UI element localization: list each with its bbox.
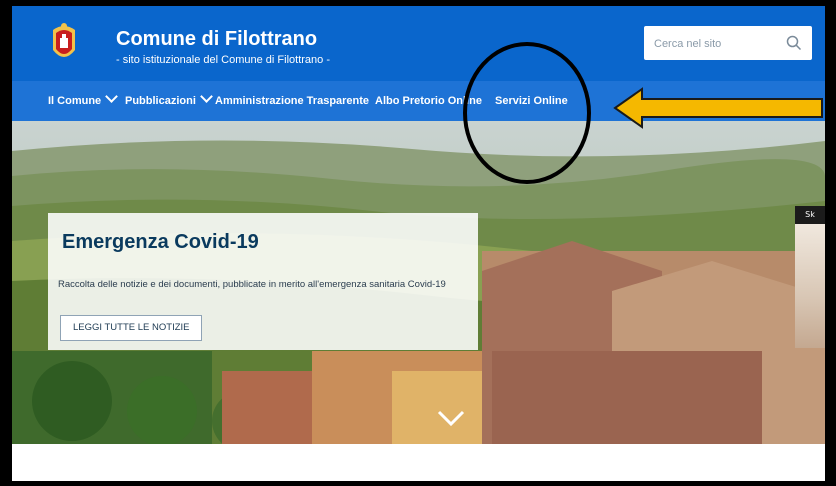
hero-banner: Emergenza Covid-19 Raccolta delle notizi… (12, 121, 825, 444)
nav-item-label: Pubblicazioni (125, 95, 196, 107)
search-box[interactable] (644, 26, 812, 62)
chevron-down-icon (200, 90, 213, 103)
yellow-arrow-annotation (613, 87, 823, 129)
search-input[interactable] (652, 26, 786, 62)
side-widget-label: Sk (795, 206, 825, 224)
chevron-down-icon[interactable] (437, 409, 465, 427)
hero-card: Emergenza Covid-19 Raccolta delle notizi… (48, 213, 478, 350)
nav-item-il-comune[interactable]: Il Comune (48, 81, 119, 121)
side-widget-panel[interactable]: Sk (795, 206, 825, 348)
site-subtitle: - sito istituzionale del Comune di Filot… (116, 54, 330, 66)
browser-viewport: Comune di Filottrano - sito istituzional… (12, 6, 825, 481)
hero-description: Raccolta delle notizie e dei documenti, … (58, 279, 446, 290)
search-icon[interactable] (786, 35, 802, 51)
hero-title: Emergenza Covid-19 (62, 231, 259, 253)
nav-item-label: Amministrazione Trasparente (215, 95, 370, 107)
highlight-circle-annotation (463, 42, 591, 184)
read-all-news-button[interactable]: LEGGI TUTTE LE NOTIZIE (60, 315, 203, 341)
webcam-thumbnail (795, 224, 825, 348)
nav-item-amministrazione-trasparente[interactable]: Amministrazione Trasparente (215, 81, 369, 121)
coat-of-arms-logo[interactable] (50, 22, 78, 64)
chevron-down-icon (105, 90, 119, 103)
nav-item-pubblicazioni[interactable]: Pubblicazioni (125, 81, 213, 121)
site-title[interactable]: Comune di Filottrano (116, 28, 317, 51)
nav-item-label: Il Comune (48, 95, 102, 107)
site-header: Comune di Filottrano - sito istituzional… (12, 6, 825, 81)
